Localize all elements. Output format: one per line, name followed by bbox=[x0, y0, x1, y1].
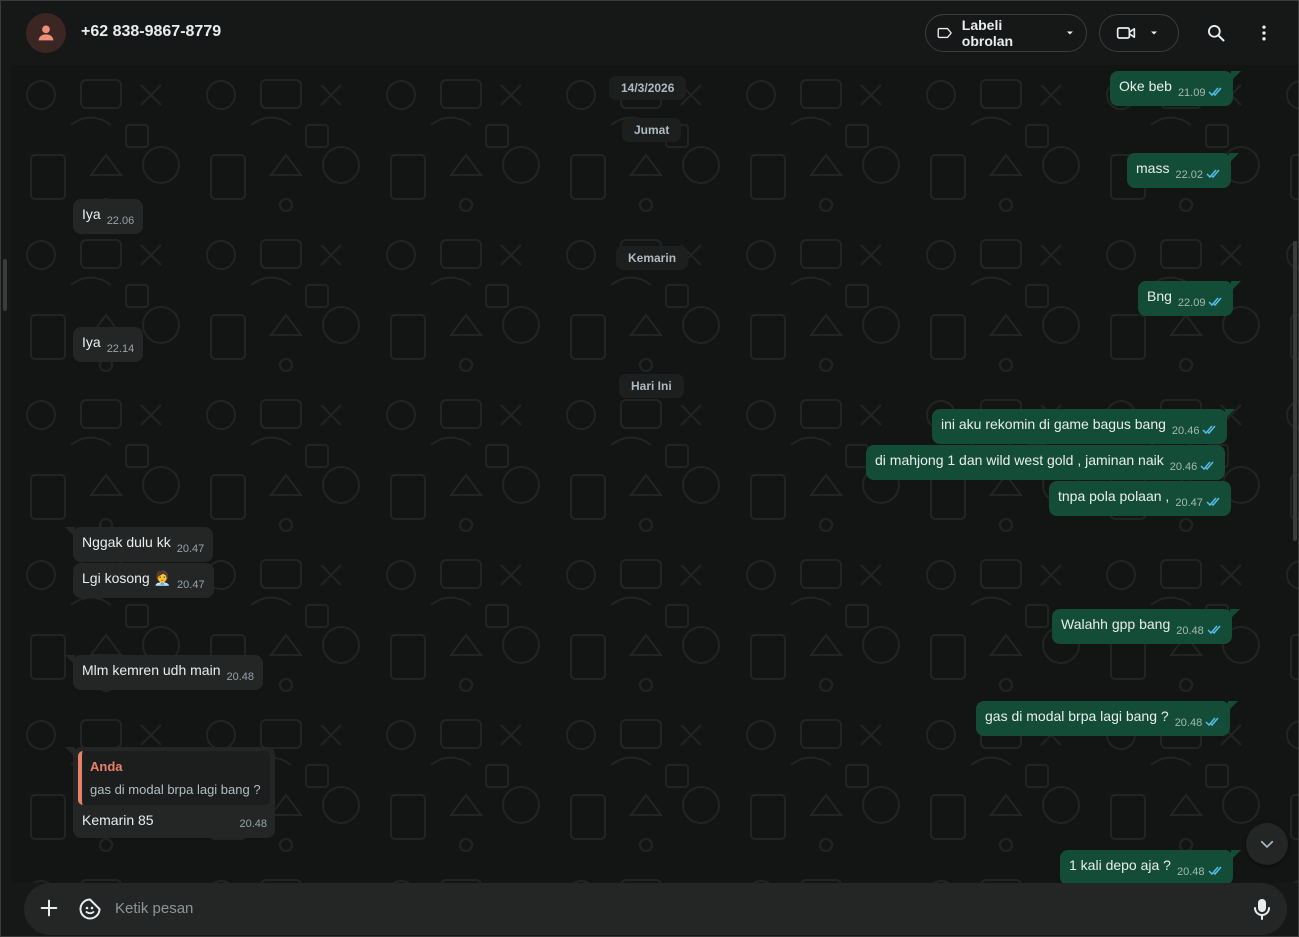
plus-icon bbox=[40, 899, 58, 917]
message-time: 20.47 bbox=[1175, 497, 1203, 509]
message-input[interactable]: Ketik pesan bbox=[115, 900, 193, 917]
message-composer: Ketik pesan bbox=[24, 883, 1287, 935]
attach-button[interactable] bbox=[38, 897, 60, 924]
quoted-message[interactable]: Anda gas di modal brpa lagi bang ? bbox=[78, 751, 270, 805]
label-chat-button[interactable]: Labeli obrolan bbox=[925, 14, 1087, 52]
search-button[interactable] bbox=[1204, 21, 1228, 45]
outgoing-message[interactable]: Walahh gpp bang 20.48 bbox=[1052, 609, 1240, 644]
message-time: 20.46 bbox=[1169, 461, 1198, 473]
message-time: 20.47 bbox=[177, 579, 205, 591]
read-ticks-icon bbox=[1208, 87, 1223, 97]
chevron-down-icon bbox=[1067, 31, 1074, 35]
message-text: tnpa pola polaan , bbox=[1058, 488, 1170, 504]
menu-icon bbox=[1262, 25, 1266, 41]
message-time: 20.46 bbox=[1171, 425, 1200, 437]
message-text: Kemarin 85 bbox=[82, 812, 154, 828]
message-text: Bng bbox=[1147, 288, 1172, 304]
outgoing-message[interactable]: gas di modal brpa lagi bang ? 20.48 bbox=[976, 701, 1239, 736]
video-icon bbox=[1116, 27, 1136, 39]
outgoing-message[interactable]: Bng 22.09 bbox=[1138, 281, 1242, 316]
message-time: 22.09 bbox=[1177, 297, 1206, 309]
outgoing-message[interactable]: mass 22.02 bbox=[1127, 153, 1239, 188]
chat-header: +62 838-9867-8779 Labeli obrolan bbox=[1, 1, 1298, 65]
incoming-message[interactable]: Mlm kemren udh main 20.48 bbox=[64, 655, 264, 690]
message-text: di mahjong 1 dan wild west gold , jamina… bbox=[875, 452, 1164, 468]
read-ticks-icon bbox=[1200, 461, 1214, 471]
message-text: Iya bbox=[82, 206, 101, 222]
outgoing-message[interactable]: tnpa pola polaan , 20.47 bbox=[1049, 481, 1231, 516]
sticker-icon bbox=[79, 898, 101, 920]
label-chat-button-label: Labeli obrolan bbox=[961, 17, 1014, 49]
message-time: 22.02 bbox=[1175, 169, 1203, 181]
voice-message-button[interactable] bbox=[1252, 897, 1272, 926]
message-text: Lgi kosong bbox=[82, 570, 150, 586]
incoming-message[interactable]: Iya 22.14 bbox=[73, 327, 144, 362]
scrollbar[interactable] bbox=[1293, 241, 1297, 541]
quoted-author: Anda bbox=[90, 759, 123, 774]
read-ticks-icon bbox=[1205, 717, 1219, 727]
message-text: Nggak dulu kk bbox=[82, 534, 171, 550]
message-text: Iya bbox=[82, 334, 101, 350]
message-text: Mlm kemren udh main bbox=[82, 662, 221, 678]
incoming-message[interactable]: Lgi kosong 🧑‍💼 20.47 bbox=[73, 563, 214, 598]
label-icon bbox=[937, 27, 952, 39]
read-ticks-icon bbox=[1202, 425, 1217, 435]
message-time: 20.47 bbox=[176, 543, 205, 555]
quoted-text: gas di modal brpa lagi bang ? bbox=[90, 782, 261, 797]
left-scroll-handle[interactable] bbox=[3, 259, 7, 311]
message-text: gas di modal brpa lagi bang ? bbox=[985, 708, 1169, 724]
message-time: 20.48 bbox=[239, 818, 267, 830]
date-separator: Jumat bbox=[622, 118, 682, 142]
app-window: +62 838-9867-8779 Labeli obrolan 14/3/20… bbox=[0, 0, 1299, 937]
incoming-reply-message[interactable]: Anda gas di modal brpa lagi bang ? Kemar… bbox=[65, 747, 275, 838]
incoming-message[interactable]: Nggak dulu kk 20.47 bbox=[64, 527, 214, 562]
incoming-message[interactable]: Iya 22.06 bbox=[73, 199, 144, 234]
read-ticks-icon bbox=[1206, 169, 1220, 179]
chevron-down-icon bbox=[1151, 31, 1157, 35]
message-time: 20.48 bbox=[1174, 717, 1203, 729]
avatar[interactable] bbox=[26, 13, 66, 53]
menu-button[interactable] bbox=[1252, 21, 1276, 45]
read-ticks-icon bbox=[1207, 866, 1222, 876]
search-icon bbox=[1208, 25, 1225, 42]
outgoing-message[interactable]: ini aku rekomin di game bagus bang 20.46 bbox=[932, 409, 1236, 444]
read-ticks-icon bbox=[1206, 497, 1220, 507]
emoji-sticker-button[interactable] bbox=[78, 897, 102, 926]
video-call-button[interactable] bbox=[1099, 14, 1179, 52]
message-text: mass bbox=[1136, 160, 1170, 176]
message-text: ini aku rekomin di game bagus bang bbox=[941, 416, 1166, 432]
outgoing-message[interactable]: 1 kali depo aja ? 20.48 bbox=[1060, 850, 1240, 883]
message-time: 20.48 bbox=[1176, 866, 1205, 878]
message-time: 20.48 bbox=[226, 671, 255, 683]
outgoing-message[interactable]: Oke beb 21.09 bbox=[1110, 71, 1242, 106]
message-time: 21.09 bbox=[1177, 87, 1206, 99]
read-ticks-icon bbox=[1207, 625, 1221, 635]
message-text: Oke beb bbox=[1119, 78, 1172, 94]
contact-name[interactable]: +62 838-9867-8779 bbox=[81, 23, 221, 41]
mic-icon bbox=[1254, 899, 1270, 920]
date-separator: Kemarin bbox=[616, 246, 689, 270]
scroll-to-bottom-button[interactable] bbox=[1246, 823, 1288, 865]
emoji: 🧑‍💼 bbox=[153, 570, 172, 586]
message-list[interactable]: 14/3/2026 Jumat Kemarin Hari Ini Oke beb… bbox=[11, 65, 1298, 883]
chevron-down-icon bbox=[1260, 840, 1274, 849]
date-separator: Hari Ini bbox=[619, 374, 684, 398]
message-time: 20.48 bbox=[1176, 625, 1204, 637]
outgoing-message[interactable]: di mahjong 1 dan wild west gold , jamina… bbox=[866, 445, 1226, 480]
message-time: 22.06 bbox=[106, 215, 135, 227]
read-ticks-icon bbox=[1208, 297, 1223, 307]
date-separator: 14/3/2026 bbox=[609, 76, 687, 100]
person-icon bbox=[38, 25, 54, 41]
message-text: 1 kali depo aja ? bbox=[1069, 857, 1171, 873]
message-time: 22.14 bbox=[106, 343, 135, 355]
message-text: Walahh gpp bang bbox=[1061, 616, 1171, 632]
